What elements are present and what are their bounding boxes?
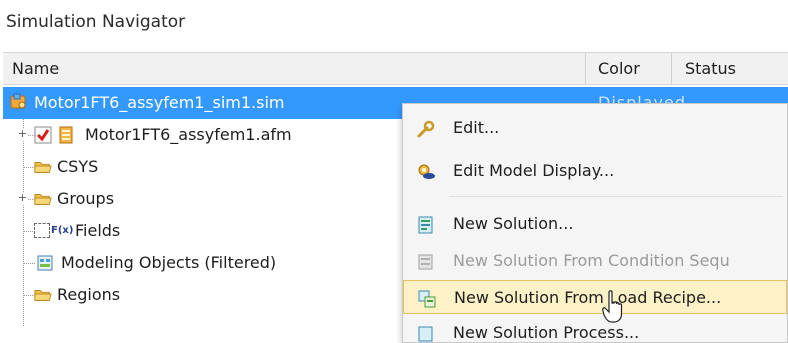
tree-root-label: Motor1FT6_assyfem1_sim1.sim — [34, 93, 285, 112]
solution-icon — [418, 216, 433, 234]
column-header-bar: Name Color Status — [3, 52, 788, 85]
menu-item-label: New Solution From Load Recipe... — [454, 288, 722, 307]
menu-item-new-solution-process[interactable]: New Solution Process... — [403, 316, 787, 342]
tree-item-label: CSYS — [57, 157, 99, 176]
modeling-objects-icon — [37, 255, 53, 271]
simulation-file-icon — [10, 93, 26, 109]
menu-item-edit-model-display[interactable]: Edit Model Display... — [403, 154, 787, 188]
tree-item-label: Fields — [75, 221, 121, 240]
column-header-name[interactable]: Name — [12, 53, 59, 84]
checkbox-checked-icon[interactable] — [34, 126, 52, 144]
menu-item-label: Edit Model Display... — [453, 161, 615, 180]
menu-item-label: New Solution... — [453, 214, 574, 233]
folder-icon — [34, 162, 52, 173]
menu-item-label: Edit... — [453, 118, 500, 137]
menu-separator — [449, 196, 783, 197]
menu-item-label: New Solution From Condition Sequ — [453, 251, 730, 270]
column-header-color[interactable]: Color — [598, 53, 640, 84]
column-divider[interactable] — [671, 53, 672, 84]
tree-item-label: Motor1FT6_assyfem1.afm — [85, 125, 292, 144]
display-gear-icon — [418, 164, 435, 179]
folder-icon — [34, 290, 52, 301]
menu-item-new-solution[interactable]: New Solution... — [403, 207, 787, 241]
solution-sequence-icon — [418, 254, 433, 270]
panel-title: Simulation Navigator — [6, 12, 186, 32]
assembly-fem-icon — [59, 126, 73, 144]
hand-cursor-icon — [602, 290, 623, 323]
tree-item-label: Regions — [57, 285, 121, 304]
context-menu: Edit... Edit Model Display... New Soluti… — [402, 103, 788, 343]
solution-process-icon — [418, 326, 433, 342]
expand-icon[interactable]: + — [17, 128, 28, 140]
load-recipe-icon — [418, 290, 436, 308]
wrench-icon — [417, 120, 435, 138]
tree-item-label: Groups — [57, 189, 115, 208]
menu-item-new-solution-from-condition-sequence[interactable]: New Solution From Condition Sequ — [403, 244, 787, 278]
folder-icon — [34, 194, 52, 205]
expand-icon[interactable]: + — [17, 192, 28, 204]
column-divider[interactable] — [585, 53, 586, 84]
fields-dashed-box-icon — [34, 223, 50, 238]
menu-item-new-solution-from-load-recipe[interactable]: New Solution From Load Recipe... — [403, 280, 787, 314]
column-header-status[interactable]: Status — [685, 53, 736, 84]
tree-connector-line — [23, 263, 35, 264]
menu-item-edit[interactable]: Edit... — [403, 111, 787, 145]
tree-item-label: Modeling Objects (Filtered) — [61, 253, 277, 272]
fields-formula-icon: F(x) — [51, 225, 74, 236]
